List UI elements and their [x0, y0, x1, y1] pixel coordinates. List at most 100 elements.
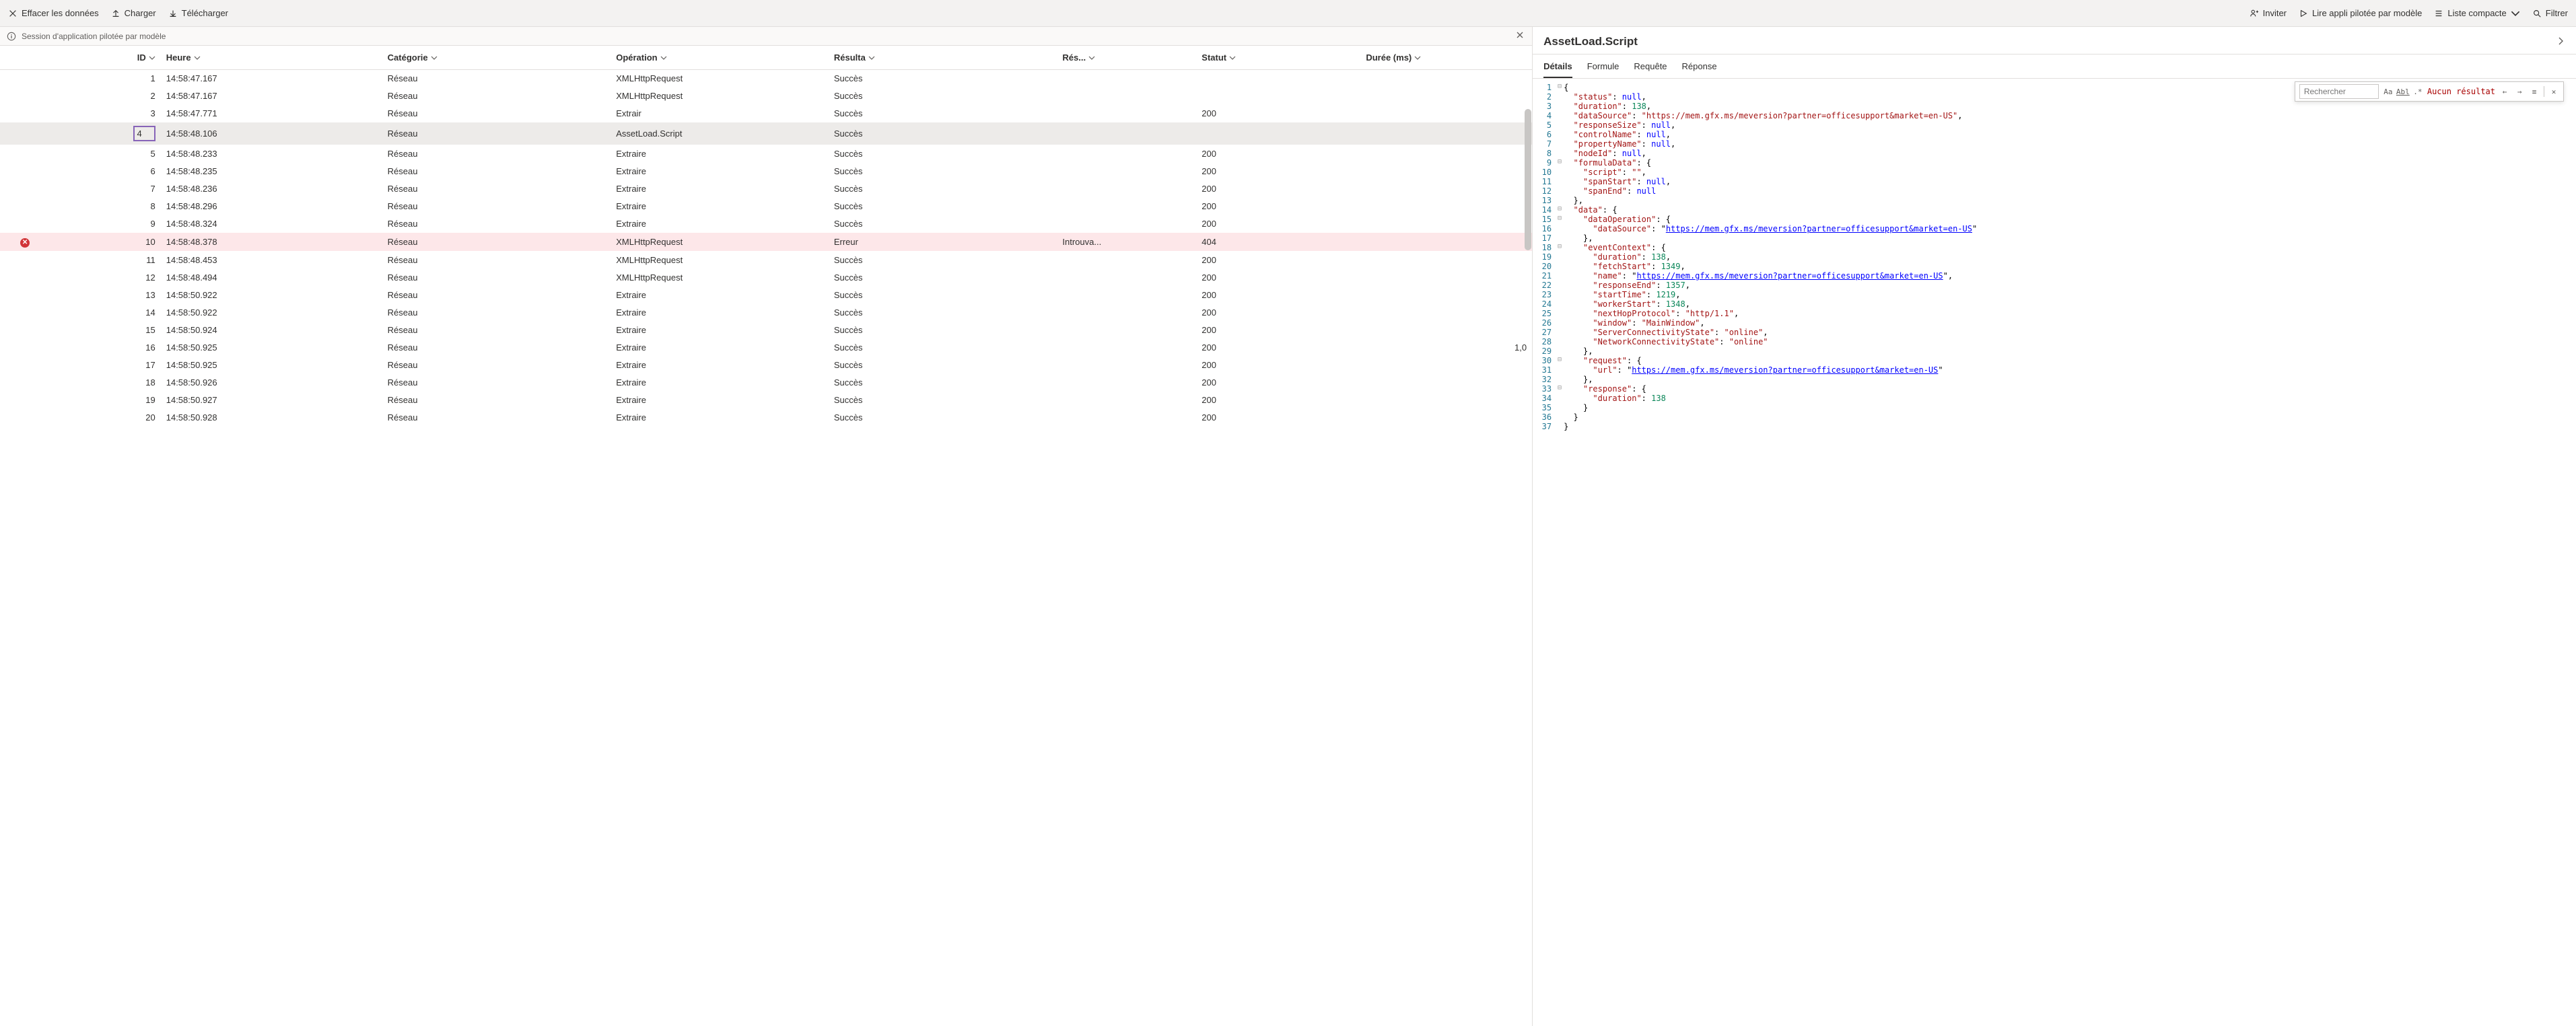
- table-row[interactable]: 1414:58:50.922RéseauExtraireSuccès200: [0, 303, 1532, 321]
- table-row[interactable]: 1314:58:50.922RéseauExtraireSuccès200: [0, 286, 1532, 303]
- clear-data-button[interactable]: Effacer les données: [8, 8, 99, 18]
- table-row[interactable]: 1814:58:50.926RéseauExtraireSuccès200: [0, 373, 1532, 391]
- fold-toggle[interactable]: ⊟: [1556, 205, 1564, 213]
- tab-reponse[interactable]: Réponse: [1682, 54, 1717, 78]
- close-search-button[interactable]: ✕: [2548, 86, 2559, 97]
- json-line: 37}: [1533, 422, 2576, 431]
- table-row[interactable]: 2014:58:50.928RéseauExtraireSuccès200: [0, 408, 1532, 426]
- cell-categorie: Réseau: [382, 105, 611, 122]
- col-id[interactable]: ID: [50, 46, 160, 70]
- download-button[interactable]: Télécharger: [168, 8, 228, 18]
- table-row[interactable]: 1114:58:48.453RéseauXMLHttpRequestSuccès…: [0, 251, 1532, 268]
- table-row[interactable]: 114:58:47.167RéseauXMLHttpRequestSuccès: [0, 70, 1532, 87]
- cell-heure: 14:58:48.235: [161, 163, 382, 180]
- whole-word-button[interactable]: Abl: [2398, 86, 2408, 97]
- detail-header: AssetLoad.Script: [1533, 27, 2576, 54]
- row-status-icon-cell: [0, 286, 50, 303]
- fold-toggle[interactable]: ⊟: [1556, 158, 1564, 166]
- json-viewer[interactable]: Aa Abl .* Aucun résultat ← → ≡ ✕ 1⊟{2 "s…: [1533, 79, 2576, 1026]
- tab-details[interactable]: Détails: [1543, 54, 1572, 78]
- read-app-button[interactable]: Lire appli pilotée par modèle: [2299, 8, 2422, 18]
- play-icon: [2299, 9, 2308, 18]
- cell-id: 1: [50, 70, 160, 87]
- cell-categorie: Réseau: [382, 391, 611, 408]
- fold-toggle[interactable]: ⊟: [1556, 215, 1564, 222]
- fold-toggle[interactable]: ⊟: [1556, 384, 1564, 392]
- table-row[interactable]: 214:58:47.167RéseauXMLHttpRequestSuccès: [0, 87, 1532, 105]
- cell-duree: [1360, 70, 1532, 87]
- table-row[interactable]: 1714:58:50.925RéseauExtraireSuccès200: [0, 356, 1532, 373]
- table-row[interactable]: 414:58:48.106RéseauAssetLoad.ScriptSuccè…: [0, 122, 1532, 145]
- line-number: 22: [1533, 281, 1556, 290]
- chevron-down-icon: [149, 54, 155, 61]
- code-content: },: [1564, 346, 2576, 356]
- table-row[interactable]: 614:58:48.235RéseauExtraireSuccès200: [0, 163, 1532, 180]
- table-row[interactable]: 314:58:47.771RéseauExtrairSuccès200: [0, 105, 1532, 122]
- table-row[interactable]: 1914:58:50.927RéseauExtraireSuccès200: [0, 391, 1532, 408]
- cell-res2: [1057, 198, 1196, 215]
- col-statut[interactable]: Statut: [1196, 46, 1360, 70]
- table-row[interactable]: 1514:58:50.924RéseauExtraireSuccès200: [0, 321, 1532, 338]
- table-row[interactable]: 1214:58:48.494RéseauXMLHttpRequestSuccès…: [0, 268, 1532, 286]
- invite-button[interactable]: Inviter: [2250, 8, 2287, 18]
- json-line: 7 "propertyName": null,: [1533, 139, 2576, 149]
- cell-res2: [1057, 251, 1196, 268]
- invite-label: Inviter: [2263, 8, 2287, 18]
- cell-duree: [1360, 198, 1532, 215]
- cell-id: 14: [50, 303, 160, 321]
- next-match-button[interactable]: →: [2514, 86, 2525, 97]
- json-line: 23 "startTime": 1219,: [1533, 290, 2576, 299]
- code-content: "fetchStart": 1349,: [1564, 262, 2576, 271]
- cell-statut: 200: [1196, 408, 1360, 426]
- cell-categorie: Réseau: [382, 180, 611, 198]
- col-operation[interactable]: Opération: [611, 46, 829, 70]
- cell-operation: Extraire: [611, 286, 829, 303]
- chevron-down-icon: [868, 54, 875, 61]
- cell-res2: [1057, 268, 1196, 286]
- cell-duree: [1360, 356, 1532, 373]
- table-row[interactable]: 814:58:48.296RéseauExtraireSuccès200: [0, 198, 1532, 215]
- code-content: "propertyName": null,: [1564, 139, 2576, 149]
- fold-toggle[interactable]: ⊟: [1556, 356, 1564, 363]
- load-button[interactable]: Charger: [111, 8, 156, 18]
- find-in-selection-button[interactable]: ≡: [2529, 86, 2540, 97]
- col-duree[interactable]: Durée (ms): [1360, 46, 1532, 70]
- match-case-button[interactable]: Aa: [2383, 86, 2394, 97]
- table-row[interactable]: 914:58:48.324RéseauExtraireSuccès200: [0, 215, 1532, 233]
- code-content: "controlName": null,: [1564, 130, 2576, 139]
- filter-button[interactable]: Filtrer: [2532, 8, 2568, 18]
- regex-button[interactable]: .*: [2412, 86, 2423, 97]
- expand-pane-button[interactable]: [2556, 36, 2565, 48]
- cell-res2: [1057, 122, 1196, 145]
- search-input[interactable]: [2299, 84, 2379, 99]
- fold-toggle[interactable]: ⊟: [1556, 83, 1564, 90]
- col-heure[interactable]: Heure: [161, 46, 382, 70]
- col-categorie[interactable]: Catégorie: [382, 46, 611, 70]
- tab-requete[interactable]: Requête: [1634, 54, 1667, 78]
- line-number: 2: [1533, 92, 1556, 102]
- col-resultat[interactable]: Résulta: [829, 46, 1057, 70]
- tab-formule[interactable]: Formule: [1587, 54, 1620, 78]
- compact-list-button[interactable]: Liste compacte: [2434, 8, 2519, 18]
- cell-resultat: Succès: [829, 356, 1057, 373]
- code-content: "responseEnd": 1357,: [1564, 281, 2576, 290]
- close-icon: [1516, 31, 1524, 39]
- table-row[interactable]: 1614:58:50.925RéseauExtraireSuccès2001,0: [0, 338, 1532, 356]
- prev-match-button[interactable]: ←: [2499, 86, 2510, 97]
- events-table[interactable]: ID Heure Catégorie Opération Résulta Rés…: [0, 46, 1532, 1026]
- fold-toggle[interactable]: ⊟: [1556, 243, 1564, 250]
- json-line: 10 "script": "",: [1533, 168, 2576, 177]
- col-res2[interactable]: Rés...: [1057, 46, 1196, 70]
- cell-operation: Extraire: [611, 338, 829, 356]
- table-row[interactable]: ✕1014:58:48.378RéseauXMLHttpRequestErreu…: [0, 233, 1532, 252]
- table-row[interactable]: 714:58:48.236RéseauExtraireSuccès200: [0, 180, 1532, 198]
- scrollbar-thumb[interactable]: [1525, 109, 1531, 250]
- cell-res2: [1057, 215, 1196, 233]
- session-close-button[interactable]: [1515, 30, 1525, 42]
- cell-categorie: Réseau: [382, 163, 611, 180]
- table-row[interactable]: 514:58:48.233RéseauExtraireSuccès200: [0, 145, 1532, 163]
- cell-heure: 14:58:48.296: [161, 198, 382, 215]
- line-number: 30: [1533, 356, 1556, 365]
- cell-categorie: Réseau: [382, 338, 611, 356]
- cell-id: 12: [50, 268, 160, 286]
